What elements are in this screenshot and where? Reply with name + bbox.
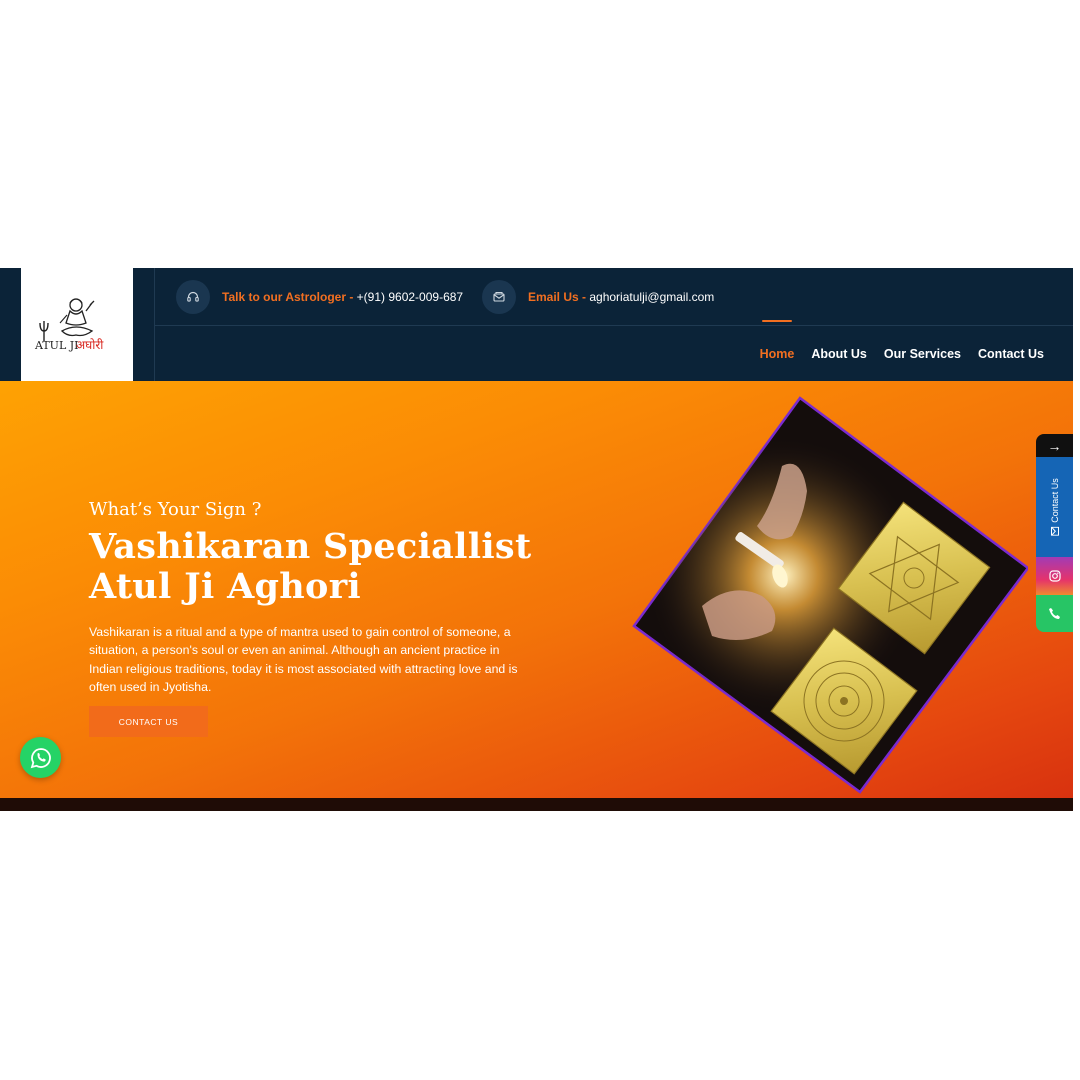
- hero-subtitle: What’s Your Sign ?: [89, 499, 262, 520]
- logo-text-latin: ATUL JI: [34, 339, 79, 352]
- side-contact-label: Contact Us: [1049, 478, 1060, 523]
- phone-value[interactable]: +(91) 9602-009-687: [357, 290, 463, 304]
- contact-us-button[interactable]: CONTACT US: [89, 706, 208, 737]
- logo-text-hindi: अघोरी: [76, 338, 104, 352]
- side-contact-label-wrap: Contact Us: [1050, 478, 1060, 536]
- mail-icon: [482, 280, 516, 314]
- email-contact[interactable]: Email Us - aghoriatulji@gmail.com: [482, 280, 714, 314]
- whatsapp-icon[interactable]: [20, 737, 61, 778]
- main-nav: Home About Us Our Services Contact Us: [743, 319, 1044, 381]
- email-label: Email Us -: [528, 290, 590, 304]
- nav-our-services[interactable]: Our Services: [884, 347, 961, 361]
- nav-about-us[interactable]: About Us: [811, 347, 867, 361]
- phone-contact[interactable]: Talk to our Astrologer - +(91) 9602-009-…: [176, 280, 463, 314]
- side-contact-bar: → Contact Us: [1036, 434, 1073, 632]
- arrow-right-icon[interactable]: →: [1036, 434, 1073, 457]
- hero-title-line-2: Atul Ji Aghori: [89, 566, 362, 607]
- site-header: ATUL JI अघोरी Talk to our Astrologer - +…: [0, 268, 1073, 381]
- envelope-icon: [1050, 526, 1059, 536]
- nav-home[interactable]: Home: [760, 319, 794, 361]
- nav-contact-us[interactable]: Contact Us: [978, 347, 1044, 361]
- headset-icon: [176, 280, 210, 314]
- email-value[interactable]: aghoriatulji@gmail.com: [589, 290, 714, 304]
- hero-bottom-bar: [0, 798, 1073, 811]
- yantra-image: [632, 396, 1028, 794]
- hero-title: Vashikaran Speciallist Atul Ji Aghori: [89, 527, 559, 607]
- logo-image: ATUL JI अघोरी: [34, 297, 104, 352]
- phone-label: Talk to our Astrologer -: [222, 290, 357, 304]
- hero-banner: What’s Your Sign ? Vashikaran Speciallis…: [0, 381, 1073, 798]
- side-contact-us[interactable]: Contact Us: [1036, 457, 1073, 557]
- logo[interactable]: ATUL JI अघोरी: [21, 268, 133, 381]
- instagram-icon[interactable]: [1036, 557, 1073, 595]
- hero-description: Vashikaran is a ritual and a type of man…: [89, 625, 518, 694]
- phone-icon[interactable]: [1036, 595, 1073, 632]
- hero-title-line-1: Vashikaran Speciallist: [89, 526, 532, 567]
